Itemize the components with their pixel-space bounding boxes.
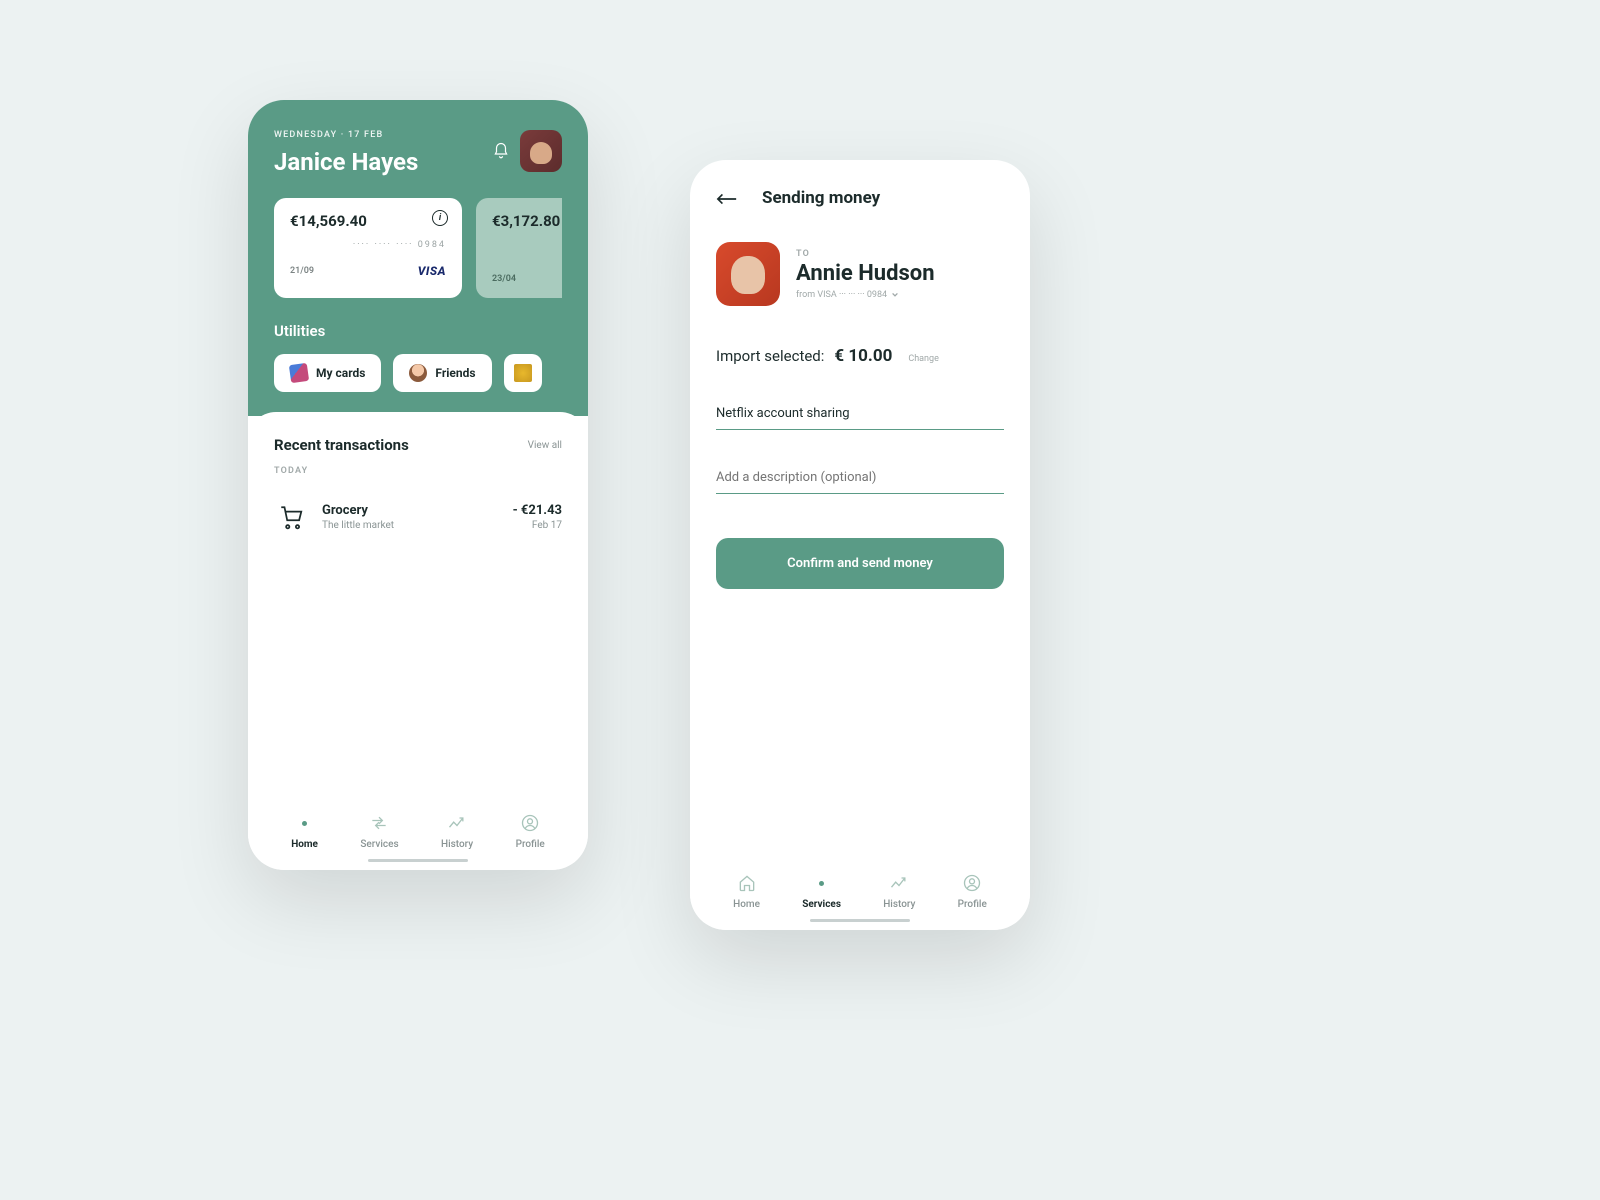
header: WEDNESDAY · 17 FEB Janice Hayes €14,569.… <box>248 100 588 416</box>
from-line-text: from VISA ··· ··· ··· 0984 <box>796 290 887 300</box>
home-indicator <box>810 919 910 922</box>
recent-title: Recent transactions <box>274 436 409 454</box>
transaction-row[interactable]: Grocery The little market - €21.43 Feb 1… <box>274 494 562 540</box>
recent-transactions: Recent transactions View all TODAY Groce… <box>248 412 588 554</box>
chip-friends[interactable]: Friends <box>393 354 491 392</box>
nav-label: Home <box>291 839 318 850</box>
nav-profile[interactable]: Profile <box>516 813 545 850</box>
home-indicator <box>368 859 468 862</box>
profile-icon <box>962 873 982 893</box>
transfer-icon <box>369 813 389 833</box>
nav-services[interactable]: Services <box>802 873 841 910</box>
note-input[interactable] <box>716 398 1004 430</box>
day-label: TODAY <box>274 466 562 476</box>
utilities-heading: Utilities <box>274 322 562 340</box>
card-balance: €14,569.40 <box>290 212 446 230</box>
tx-amount: - €21.43 <box>513 503 562 518</box>
nav-history[interactable]: History <box>883 873 915 910</box>
card-brand: VISA <box>418 264 446 278</box>
card-primary[interactable]: €14,569.40 i ···· ···· ···· 0984 21/09 V… <box>274 198 462 298</box>
chevron-down-icon <box>891 291 899 299</box>
recipient-avatar[interactable] <box>716 242 780 306</box>
avatar[interactable] <box>520 130 562 172</box>
from-card-selector[interactable]: from VISA ··· ··· ··· 0984 <box>796 290 1004 300</box>
nav-label: Profile <box>958 899 987 910</box>
profile-icon <box>520 813 540 833</box>
nav-label: Services <box>802 899 841 910</box>
to-label: TO <box>796 249 1004 259</box>
change-amount-link[interactable]: Change <box>908 354 939 364</box>
date-label: WEDNESDAY · 17 FEB <box>274 130 418 140</box>
nav-dot-icon <box>295 813 315 833</box>
cart-icon <box>274 500 308 534</box>
tx-date: Feb 17 <box>513 520 562 531</box>
chip-my-cards[interactable]: My cards <box>274 354 381 392</box>
nav-profile[interactable]: Profile <box>958 873 987 910</box>
recipient-block: TO Annie Hudson from VISA ··· ··· ··· 09… <box>716 242 1004 306</box>
info-icon[interactable]: i <box>432 210 448 226</box>
recipient-name: Annie Hudson <box>796 261 1004 286</box>
chart-icon <box>889 873 909 893</box>
chip-label: Friends <box>435 366 475 380</box>
bell-icon[interactable] <box>492 142 510 160</box>
nav-home[interactable]: Home <box>733 873 760 910</box>
cards-icon <box>289 363 309 383</box>
tx-name: Grocery <box>322 503 499 518</box>
nav-label: Profile <box>516 839 545 850</box>
nav-label: Services <box>360 839 398 850</box>
amount-row: Import selected: € 10.00 Change <box>716 346 1004 366</box>
nav-label: Home <box>733 899 760 910</box>
nav-label: History <box>441 839 473 850</box>
nav-dot-icon <box>812 873 832 893</box>
page-title: Sending money <box>762 188 880 208</box>
nav-home[interactable]: Home <box>291 813 318 850</box>
view-all-link[interactable]: View all <box>528 440 562 451</box>
card-expiry: 21/09 <box>290 266 314 276</box>
chip-more[interactable] <box>504 354 542 392</box>
description-input[interactable] <box>716 462 1004 494</box>
nav-label: History <box>883 899 915 910</box>
nav-services[interactable]: Services <box>360 813 398 850</box>
card-expiry: 23/04 <box>492 274 516 284</box>
home-screen: WEDNESDAY · 17 FEB Janice Hayes €14,569.… <box>248 100 588 870</box>
friend-icon <box>409 364 427 382</box>
card-masked-number: ···· ···· ···· 0984 <box>290 240 446 250</box>
chart-icon <box>447 813 467 833</box>
user-name: Janice Hayes <box>274 148 418 176</box>
home-icon <box>737 873 757 893</box>
card-secondary[interactable]: €3,172.80 23/04 <box>476 198 562 298</box>
nav-history[interactable]: History <box>441 813 473 850</box>
import-label: Import selected: <box>716 347 824 365</box>
tx-subtitle: The little market <box>322 520 499 531</box>
scale-icon <box>514 364 532 382</box>
card-balance: €3,172.80 <box>492 212 562 230</box>
chip-label: My cards <box>316 366 365 380</box>
back-icon[interactable] <box>716 191 738 205</box>
import-amount: € 10.00 <box>834 346 892 366</box>
cards-carousel[interactable]: €14,569.40 i ···· ···· ···· 0984 21/09 V… <box>274 198 562 298</box>
confirm-send-button[interactable]: Confirm and send money <box>716 538 1004 589</box>
utilities-chips[interactable]: My cards Friends <box>274 354 562 392</box>
send-money-screen: Sending money TO Annie Hudson from VISA … <box>690 160 1030 930</box>
